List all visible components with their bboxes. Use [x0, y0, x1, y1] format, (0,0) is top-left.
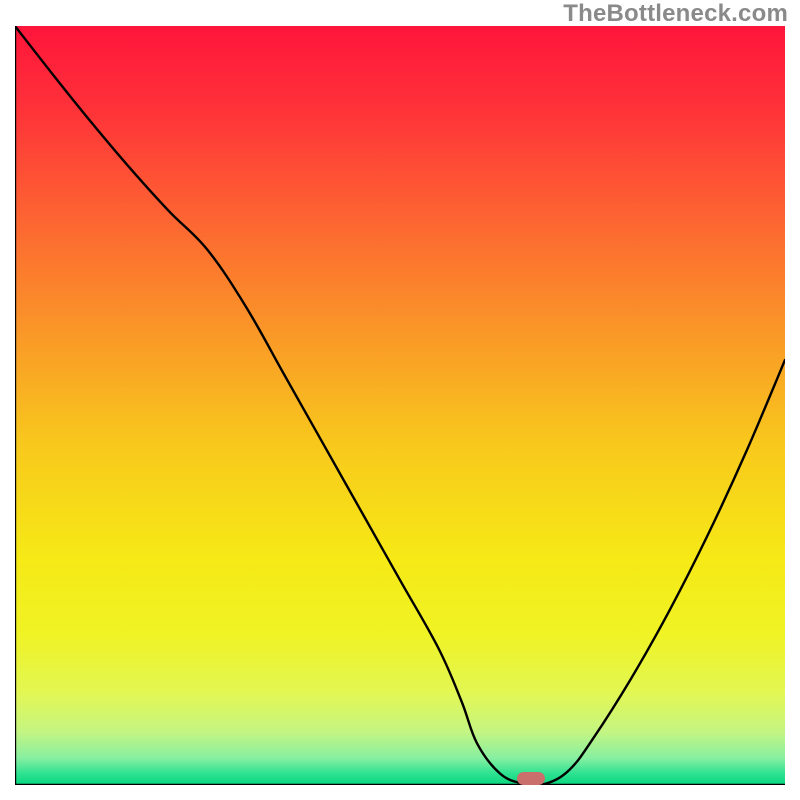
chart-container: TheBottleneck.com — [0, 0, 800, 800]
optimal-point-marker — [517, 772, 545, 785]
plot-area — [15, 26, 785, 785]
plot-svg — [15, 26, 785, 785]
gradient-background — [15, 26, 785, 785]
watermark-text: TheBottleneck.com — [563, 0, 788, 28]
